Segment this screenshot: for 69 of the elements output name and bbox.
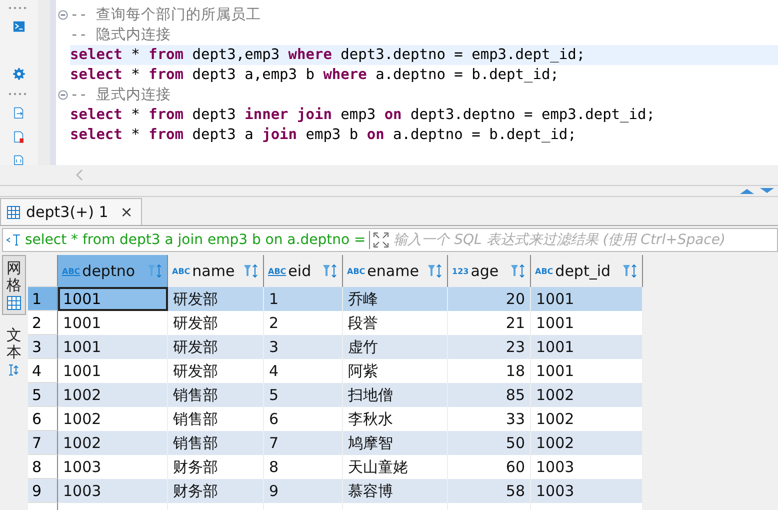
table-cell: 鸠摩智 (343, 431, 448, 455)
table-cell: 研发部 (168, 287, 264, 311)
code-line: -- 查询每个部门的所属员工 (70, 6, 262, 25)
table-icon (7, 206, 20, 218)
table-cell: 销售部 (168, 431, 264, 455)
table-cell: 1002 (531, 431, 643, 455)
query-text: select * from dept3 a join emp3 b on a.deptno = (25, 232, 366, 248)
expand-icon[interactable] (372, 232, 389, 248)
filter-query-icon (6, 233, 22, 247)
table-cell: 1002 (58, 383, 168, 407)
code-line: select * from dept3 a join emp3 b on a.deptno = b.dept_id; (70, 126, 578, 145)
minimize-icon[interactable] (760, 188, 774, 194)
filter-sort-icon[interactable] (147, 264, 163, 278)
filter-sort-icon[interactable] (622, 264, 638, 278)
header-corner[interactable] (28, 255, 58, 287)
table-cell: 虚竹 (343, 335, 448, 359)
file-export-icon[interactable] (12, 106, 26, 119)
row-number[interactable]: 1 (28, 287, 58, 311)
collapse-icon[interactable] (58, 90, 68, 100)
table-cell: 50 (448, 431, 531, 455)
close-button[interactable]: × (120, 203, 133, 221)
table-cell: 58 (448, 479, 531, 503)
table-cell: 财务部 (168, 479, 264, 503)
file-warning-icon[interactable] (12, 130, 26, 143)
filter-sort-icon[interactable] (427, 264, 443, 278)
filter-sort-icon[interactable] (510, 264, 526, 278)
filter-sort-icon[interactable] (243, 264, 259, 278)
maximize-icon[interactable] (740, 188, 754, 194)
code-line: select * from dept3 a,emp3 b where a.deptno = b.dept_id; (70, 66, 560, 85)
view-tab[interactable]: 文本 (3, 323, 25, 381)
collapse-icon[interactable] (58, 10, 68, 20)
code-line: -- 显式内连接 (70, 86, 172, 105)
view-tab[interactable]: 网格 (2, 255, 26, 315)
code-line: -- 隐式内连接 (70, 26, 172, 45)
table-cell: 乔峰 (343, 287, 448, 311)
table-cell: 7 (264, 431, 343, 455)
tab-title: dept3(+) 1 (26, 203, 108, 221)
table-cell: 1001 (58, 335, 168, 359)
row-number[interactable]: 5 (28, 383, 58, 407)
table-cell: 1001 (531, 287, 643, 311)
table-cell: 5 (264, 383, 343, 407)
table-cell: 9 (264, 479, 343, 503)
table-cell: 1003 (58, 479, 168, 503)
table-cell: 1001 (531, 335, 643, 359)
table-cell: 扫地僧 (343, 383, 448, 407)
row-number[interactable]: 9 (28, 479, 58, 503)
grid-icon (7, 296, 21, 310)
table-cell: 1002 (531, 383, 643, 407)
row-number[interactable]: 3 (28, 335, 58, 359)
table-cell: 1 (264, 287, 343, 311)
table-cell: 23 (448, 335, 531, 359)
table-cell: 慕容博 (343, 479, 448, 503)
table-cell: 1003 (531, 479, 643, 503)
filter-input[interactable]: 输入一个 SQL 表达式来过滤结果 (使用 Ctrl+Space) (392, 231, 777, 249)
table-cell: 销售部 (168, 383, 264, 407)
table-cell: 1002 (58, 431, 168, 455)
table-cell: 1001 (58, 287, 168, 311)
table-cell: 研发部 (168, 335, 264, 359)
settings-icon[interactable] (11, 68, 27, 80)
code-line: select * from dept3 inner join emp3 on dept3.deptno = emp3.dept_id; (70, 106, 656, 125)
file-variable-icon[interactable] (12, 154, 26, 166)
row-number[interactable]: 7 (28, 431, 58, 455)
filter-sort-icon[interactable] (322, 264, 338, 278)
table-cell: 20 (448, 287, 531, 311)
terminal-icon[interactable] (11, 20, 27, 32)
result-tab[interactable]: dept3(+) 1 × (0, 198, 142, 225)
table-cell: 3 (264, 335, 343, 359)
text-cursor-icon (8, 363, 20, 377)
table-cell: 85 (448, 383, 531, 407)
